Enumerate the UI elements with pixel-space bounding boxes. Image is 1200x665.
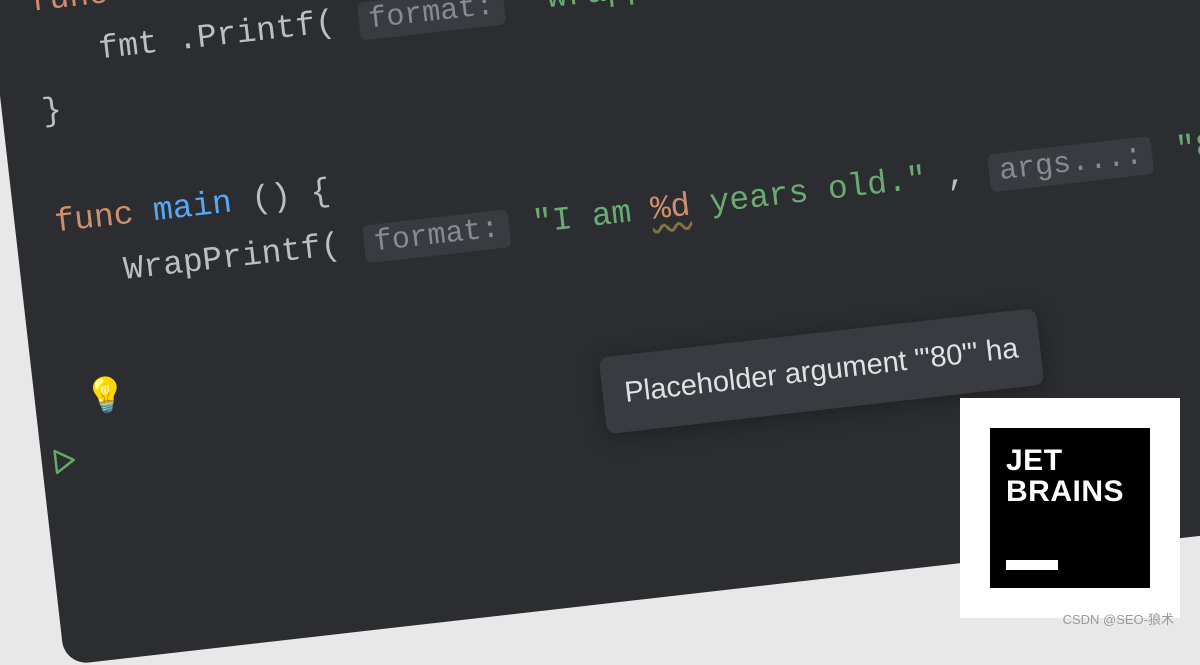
package-fmt: fmt: [97, 25, 160, 68]
run-gutter-icon[interactable]: [52, 443, 79, 492]
function-main: main: [151, 184, 234, 230]
comma-2: ,: [944, 154, 988, 195]
keyword-func: func: [28, 0, 111, 21]
inlay-hint-format-2[interactable]: format:: [362, 209, 511, 263]
logo-text: JET BRAINS: [1006, 446, 1134, 507]
indent: [62, 281, 105, 286]
watermark: CSDN @SEO-狼术: [1063, 609, 1174, 628]
jetbrains-logo-container: JET BRAINS: [960, 398, 1180, 618]
method-call: .Printf(: [176, 5, 338, 60]
logo-line-1: JET: [1006, 446, 1134, 477]
logo-line-2: BRAINS: [1006, 477, 1134, 508]
jetbrains-logo: JET BRAINS: [990, 428, 1150, 588]
indent: [37, 61, 80, 66]
logo-bar: [1006, 560, 1058, 570]
string-i-am: "I am: [531, 192, 653, 242]
brace-close: }: [40, 92, 64, 131]
params-brace: () {: [249, 173, 332, 219]
inlay-hint-args[interactable]: args...:: [987, 136, 1154, 192]
format-spec-warned[interactable]: %d: [649, 188, 693, 229]
intention-bulb-icon[interactable]: 💡: [82, 369, 131, 431]
keyword-func-2: func: [53, 195, 136, 241]
arg-80: "80": [1174, 123, 1200, 169]
